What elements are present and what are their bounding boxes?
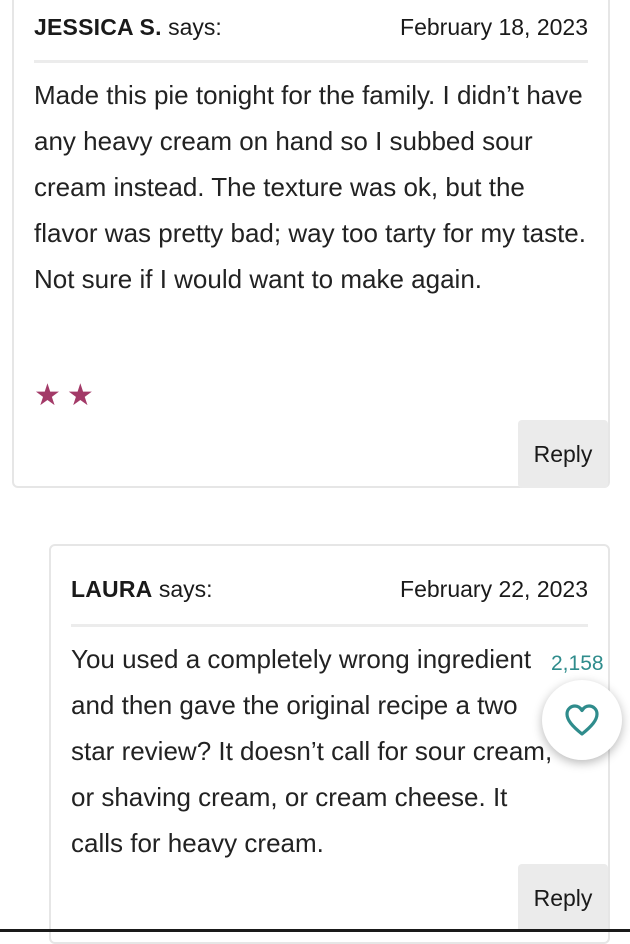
comment-header: JESSICA S. says: February 18, 2023 xyxy=(34,12,588,42)
reply-button[interactable]: Reply xyxy=(518,420,608,488)
comment-header: LAURA says: February 22, 2023 xyxy=(71,574,588,604)
author-name: LAURA xyxy=(71,575,153,602)
author-says: says: xyxy=(158,575,213,602)
author-says: says: xyxy=(168,13,222,40)
comment-date: February 18, 2023 xyxy=(400,13,588,40)
divider xyxy=(71,624,588,627)
author-name: JESSICA S. xyxy=(34,13,162,40)
star-rating: ★★ xyxy=(34,381,100,411)
like-button[interactable] xyxy=(542,680,622,760)
star-icon: ★★ xyxy=(34,379,100,412)
comment-card: JESSICA S. says: February 18, 2023 Made … xyxy=(12,0,610,488)
comment-date: February 22, 2023 xyxy=(400,575,588,602)
comment-text: You used a completely wrong ingredient a… xyxy=(71,644,553,858)
comment-text: Made this pie tonight for the family. I … xyxy=(34,80,586,294)
reply-comment-card: LAURA says: February 22, 2023 You used a… xyxy=(49,544,610,944)
comment-author: JESSICA S. says: xyxy=(34,14,222,41)
heart-icon xyxy=(565,704,599,736)
divider xyxy=(34,60,588,63)
comment-author: LAURA says: xyxy=(71,576,213,603)
reply-button[interactable]: Reply xyxy=(518,864,608,932)
like-count: 2,158 xyxy=(551,652,604,675)
